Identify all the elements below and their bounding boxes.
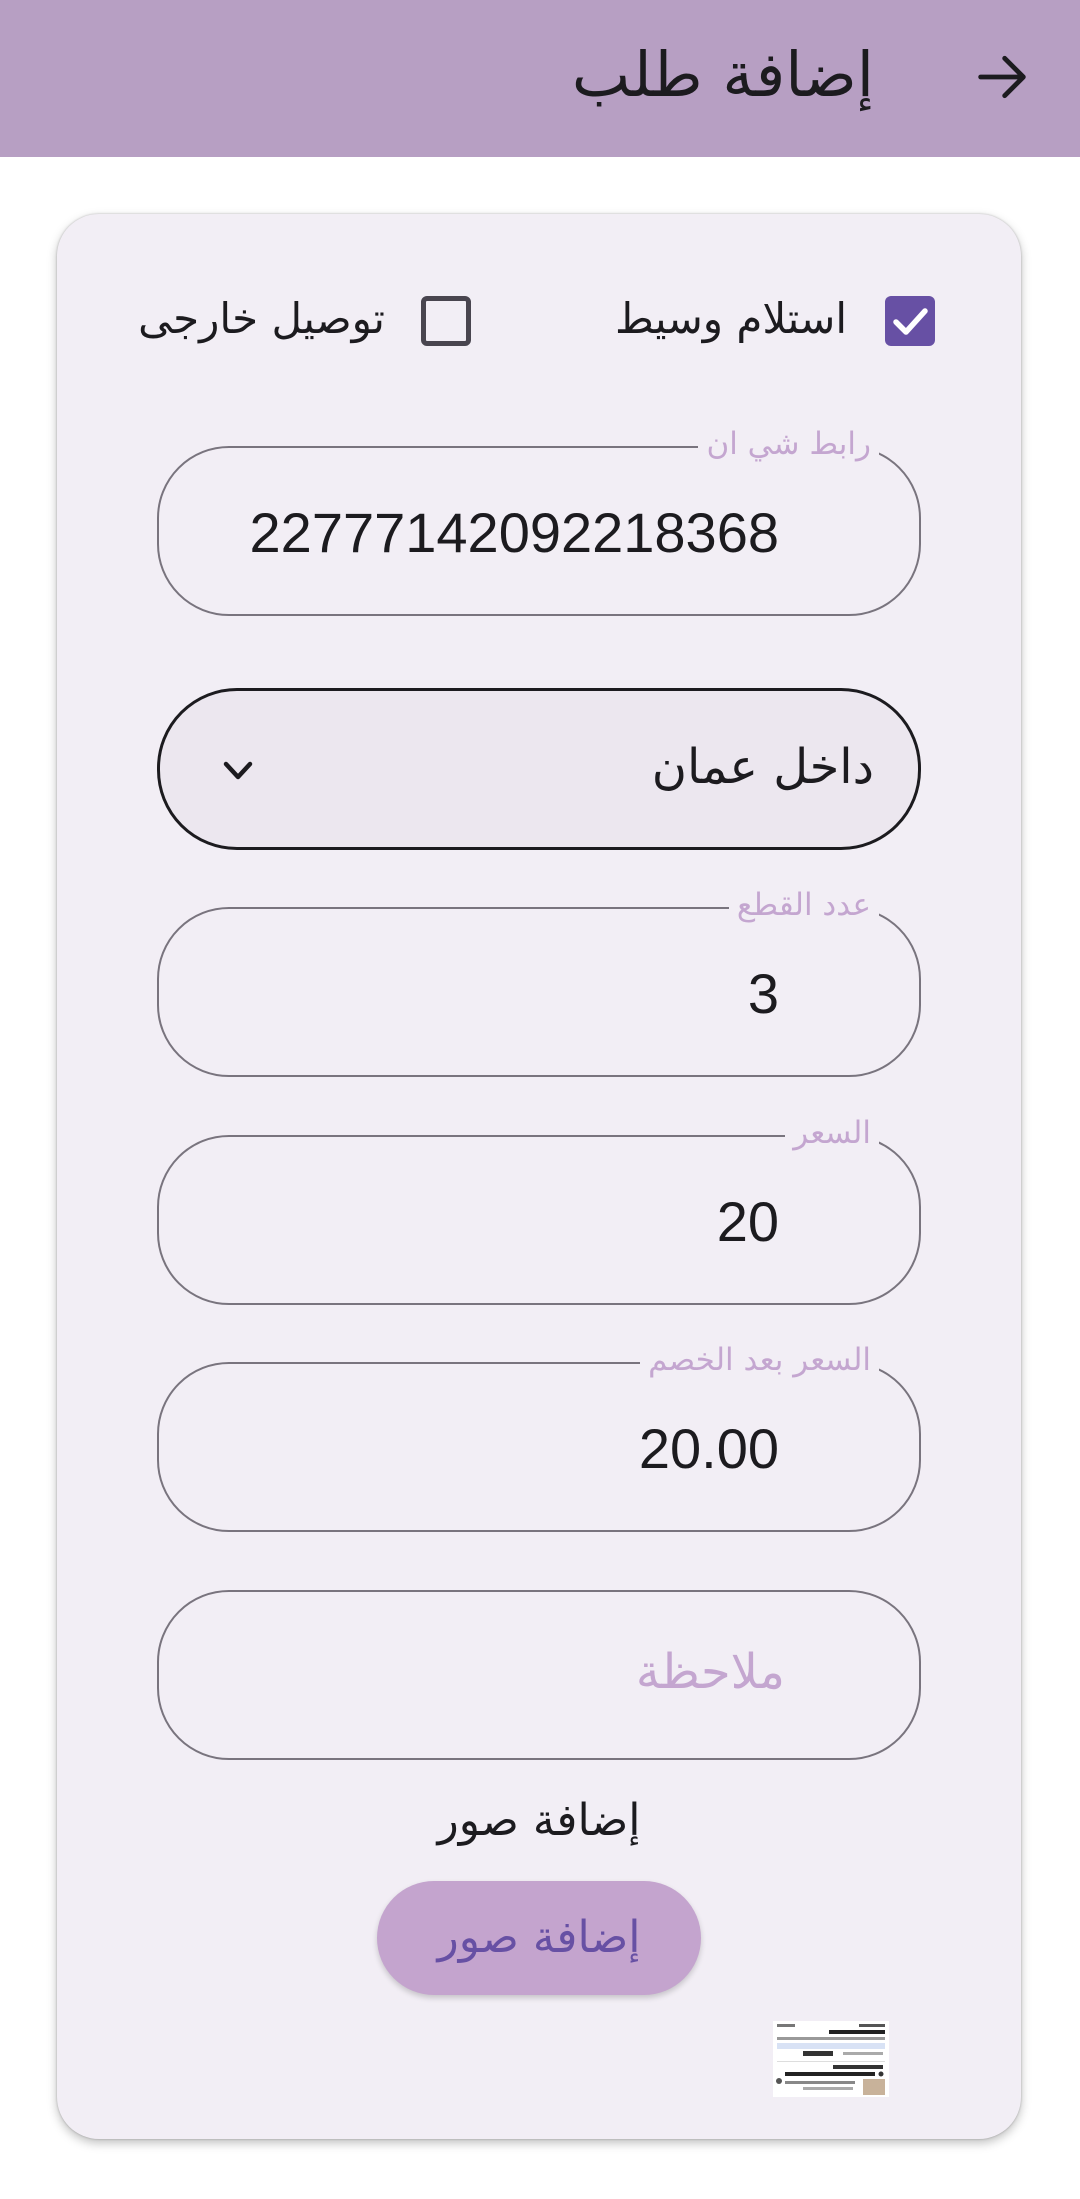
chevron-down-icon bbox=[223, 761, 253, 780]
arrow-right-icon[interactable] bbox=[970, 45, 1034, 109]
external-delivery-checkbox[interactable] bbox=[421, 296, 471, 346]
image-thumbnail-graphic bbox=[773, 2021, 889, 2097]
region-dropdown[interactable]: داخل عمان bbox=[157, 688, 921, 850]
note-field[interactable]: ملاحظة bbox=[157, 1590, 921, 1760]
pieces-count-field[interactable]: عدد القطع 3 bbox=[157, 885, 921, 1077]
note-placeholder: ملاحظة bbox=[635, 1644, 785, 1700]
check-icon bbox=[893, 308, 928, 335]
discounted-price-field[interactable]: السعر بعد الخصم 20.00 bbox=[157, 1340, 921, 1532]
shein-link-label: رابط شي ان bbox=[698, 424, 879, 464]
region-selected-value: داخل عمان bbox=[651, 739, 874, 795]
images-section-title: إضافة صور bbox=[437, 1795, 641, 1846]
order-form-card: استلام وسيط توصيل خارجى رابط شي ان 22777… bbox=[57, 214, 1021, 2139]
price-label: السعر bbox=[785, 1113, 879, 1153]
discounted-price-value: 20.00 bbox=[638, 1417, 779, 1480]
shein-link-value: 22777142092218368 bbox=[249, 501, 779, 564]
shein-link-field[interactable]: رابط شي ان 22777142092218368 bbox=[157, 424, 921, 616]
attached-image-thumbnail[interactable] bbox=[773, 2021, 889, 2097]
price-field[interactable]: السعر 20 bbox=[157, 1113, 921, 1305]
discounted-price-label: السعر بعد الخصم bbox=[640, 1340, 879, 1380]
price-value: 20 bbox=[716, 1190, 779, 1253]
external-delivery-checkbox-label: توصيل خارجى bbox=[138, 294, 385, 343]
page-title: إضافة طلب bbox=[571, 38, 874, 111]
add-images-button[interactable]: إضافة صور bbox=[377, 1881, 701, 1995]
pickup-checkbox-label: استلام وسيط bbox=[615, 294, 847, 343]
app-bar: إضافة طلب bbox=[0, 0, 1080, 157]
pieces-count-value: 3 bbox=[747, 962, 779, 1025]
pickup-checkbox[interactable] bbox=[885, 296, 935, 346]
pieces-count-label: عدد القطع bbox=[728, 885, 879, 925]
